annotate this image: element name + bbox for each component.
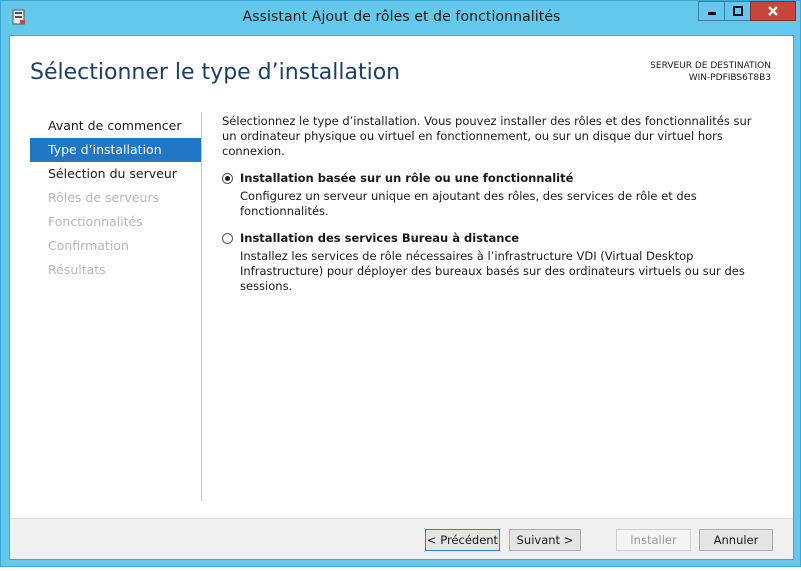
main-content: Sélectionnez le type d’installation. Vou… bbox=[222, 114, 762, 294]
next-button[interactable]: Suivant > bbox=[509, 529, 581, 551]
wizard-body: Sélectionner le type d’installation SERV… bbox=[9, 35, 794, 560]
option-description: Configurez un serveur unique en ajoutant… bbox=[240, 189, 697, 218]
page-title: Sélectionner le type d’installation bbox=[30, 60, 401, 85]
close-button[interactable] bbox=[750, 1, 796, 21]
wizard-nav: Avant de commencer Type d’installation S… bbox=[30, 114, 201, 282]
title-bar[interactable]: Assistant Ajout de rôles et de fonctionn… bbox=[1, 1, 801, 35]
nav-item-fonctionnalites: Fonctionnalités bbox=[48, 214, 143, 229]
nav-divider bbox=[201, 112, 202, 501]
nav-item-confirmation: Confirmation bbox=[48, 238, 129, 253]
option-label[interactable]: Installation des services Bureau à dista… bbox=[240, 231, 519, 245]
nav-item-type-installation[interactable]: Type d’installation bbox=[30, 138, 201, 162]
previous-button[interactable]: < Précédent bbox=[425, 529, 500, 551]
button-bar: < Précédent Suivant > Installer Annuler bbox=[10, 518, 793, 559]
close-icon bbox=[768, 6, 778, 16]
destination-server: SERVEUR DE DESTINATION WIN-PDFIBS6T8B3 bbox=[650, 60, 771, 84]
nav-item-roles-serveurs: Rôles de serveurs bbox=[48, 190, 160, 205]
radio-role-based[interactable] bbox=[222, 172, 233, 184]
wizard-window: Assistant Ajout de rôles et de fonctionn… bbox=[0, 0, 801, 567]
nav-item-resultats: Résultats bbox=[48, 262, 106, 277]
radio-remote-desktop[interactable] bbox=[222, 232, 233, 244]
maximize-button[interactable] bbox=[724, 1, 751, 21]
option-role-based[interactable]: Installation basée sur un rôle ou une fo… bbox=[222, 171, 762, 219]
maximize-icon bbox=[732, 6, 743, 16]
option-remote-desktop[interactable]: Installation des services Bureau à dista… bbox=[222, 231, 762, 294]
nav-item-avant-de-commencer[interactable]: Avant de commencer bbox=[30, 114, 201, 138]
option-label[interactable]: Installation basée sur un rôle ou une fo… bbox=[240, 171, 573, 185]
install-button: Installer bbox=[616, 529, 691, 551]
destination-label: SERVEUR DE DESTINATION bbox=[650, 61, 771, 71]
intro-text: Sélectionnez le type d’installation. Vou… bbox=[222, 114, 752, 158]
cancel-button[interactable]: Annuler bbox=[699, 529, 773, 551]
nav-item-selection-serveur[interactable]: Sélection du serveur bbox=[30, 162, 201, 186]
window-title: Assistant Ajout de rôles et de fonctionn… bbox=[242, 9, 561, 25]
option-description: Installez les services de rôle nécessair… bbox=[240, 249, 745, 293]
window-controls bbox=[698, 1, 796, 21]
minimize-icon bbox=[707, 12, 716, 15]
minimize-button[interactable] bbox=[698, 1, 725, 21]
destination-value: WIN-PDFIBS6T8B3 bbox=[688, 73, 771, 83]
